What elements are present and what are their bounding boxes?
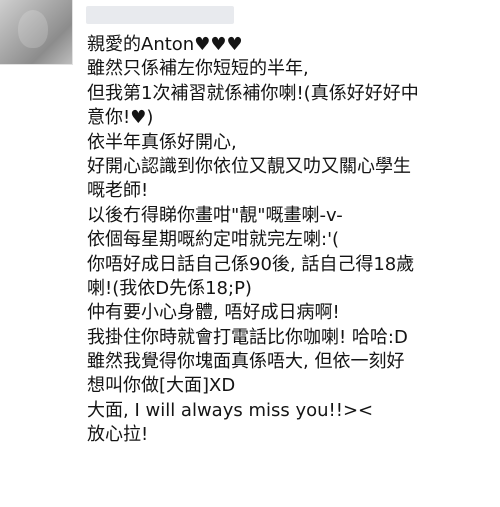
message-line: 雖然只係補左你短短的半年, [87, 58, 309, 80]
message-line: 大面, I will always miss you!!>< [87, 399, 374, 421]
message-line: 但我第1次補習就係補你喇!(真係好好好中 [87, 82, 419, 104]
message-line: 依半年真係好開心, [87, 131, 237, 153]
message-line: 想叫你做[大面]XD [87, 375, 236, 397]
author-name-redacted[interactable] [86, 6, 234, 24]
message-line: 親愛的Anton♥♥♥ [87, 34, 243, 55]
message-line: 我掛住你時就會打電話比你咖喇! 哈哈:D [87, 326, 408, 348]
message-line: 好開心認識到你依位又靚又叻又關心學生 [87, 155, 411, 177]
message-line: 放心拉! [87, 424, 149, 446]
message-line: 依個每星期嘅約定咁就完左喇:'( [87, 229, 340, 251]
message-line: 意你!♥) [87, 107, 154, 129]
message-line: 嘅老師! [87, 180, 149, 202]
message-line: 你唔好成日話自己係90後, 話自己得18歲 [87, 253, 415, 275]
message-line: 仲有要小心身體, 唔好成日病啊! [87, 302, 340, 324]
message-line: 雖然我覺得你塊面真係唔大, 但依一刻好 [87, 351, 405, 373]
avatar[interactable] [0, 0, 73, 65]
message-line: 喇!(我依D先係18;P) [87, 277, 252, 299]
message-line: 以後冇得睇你畫咁"靚"嘅畫喇-v- [87, 204, 343, 226]
post-message: 親愛的Anton♥♥♥ 雖然只係補左你短短的半年, 但我第1次補習就係補你喇!(… [87, 33, 492, 448]
